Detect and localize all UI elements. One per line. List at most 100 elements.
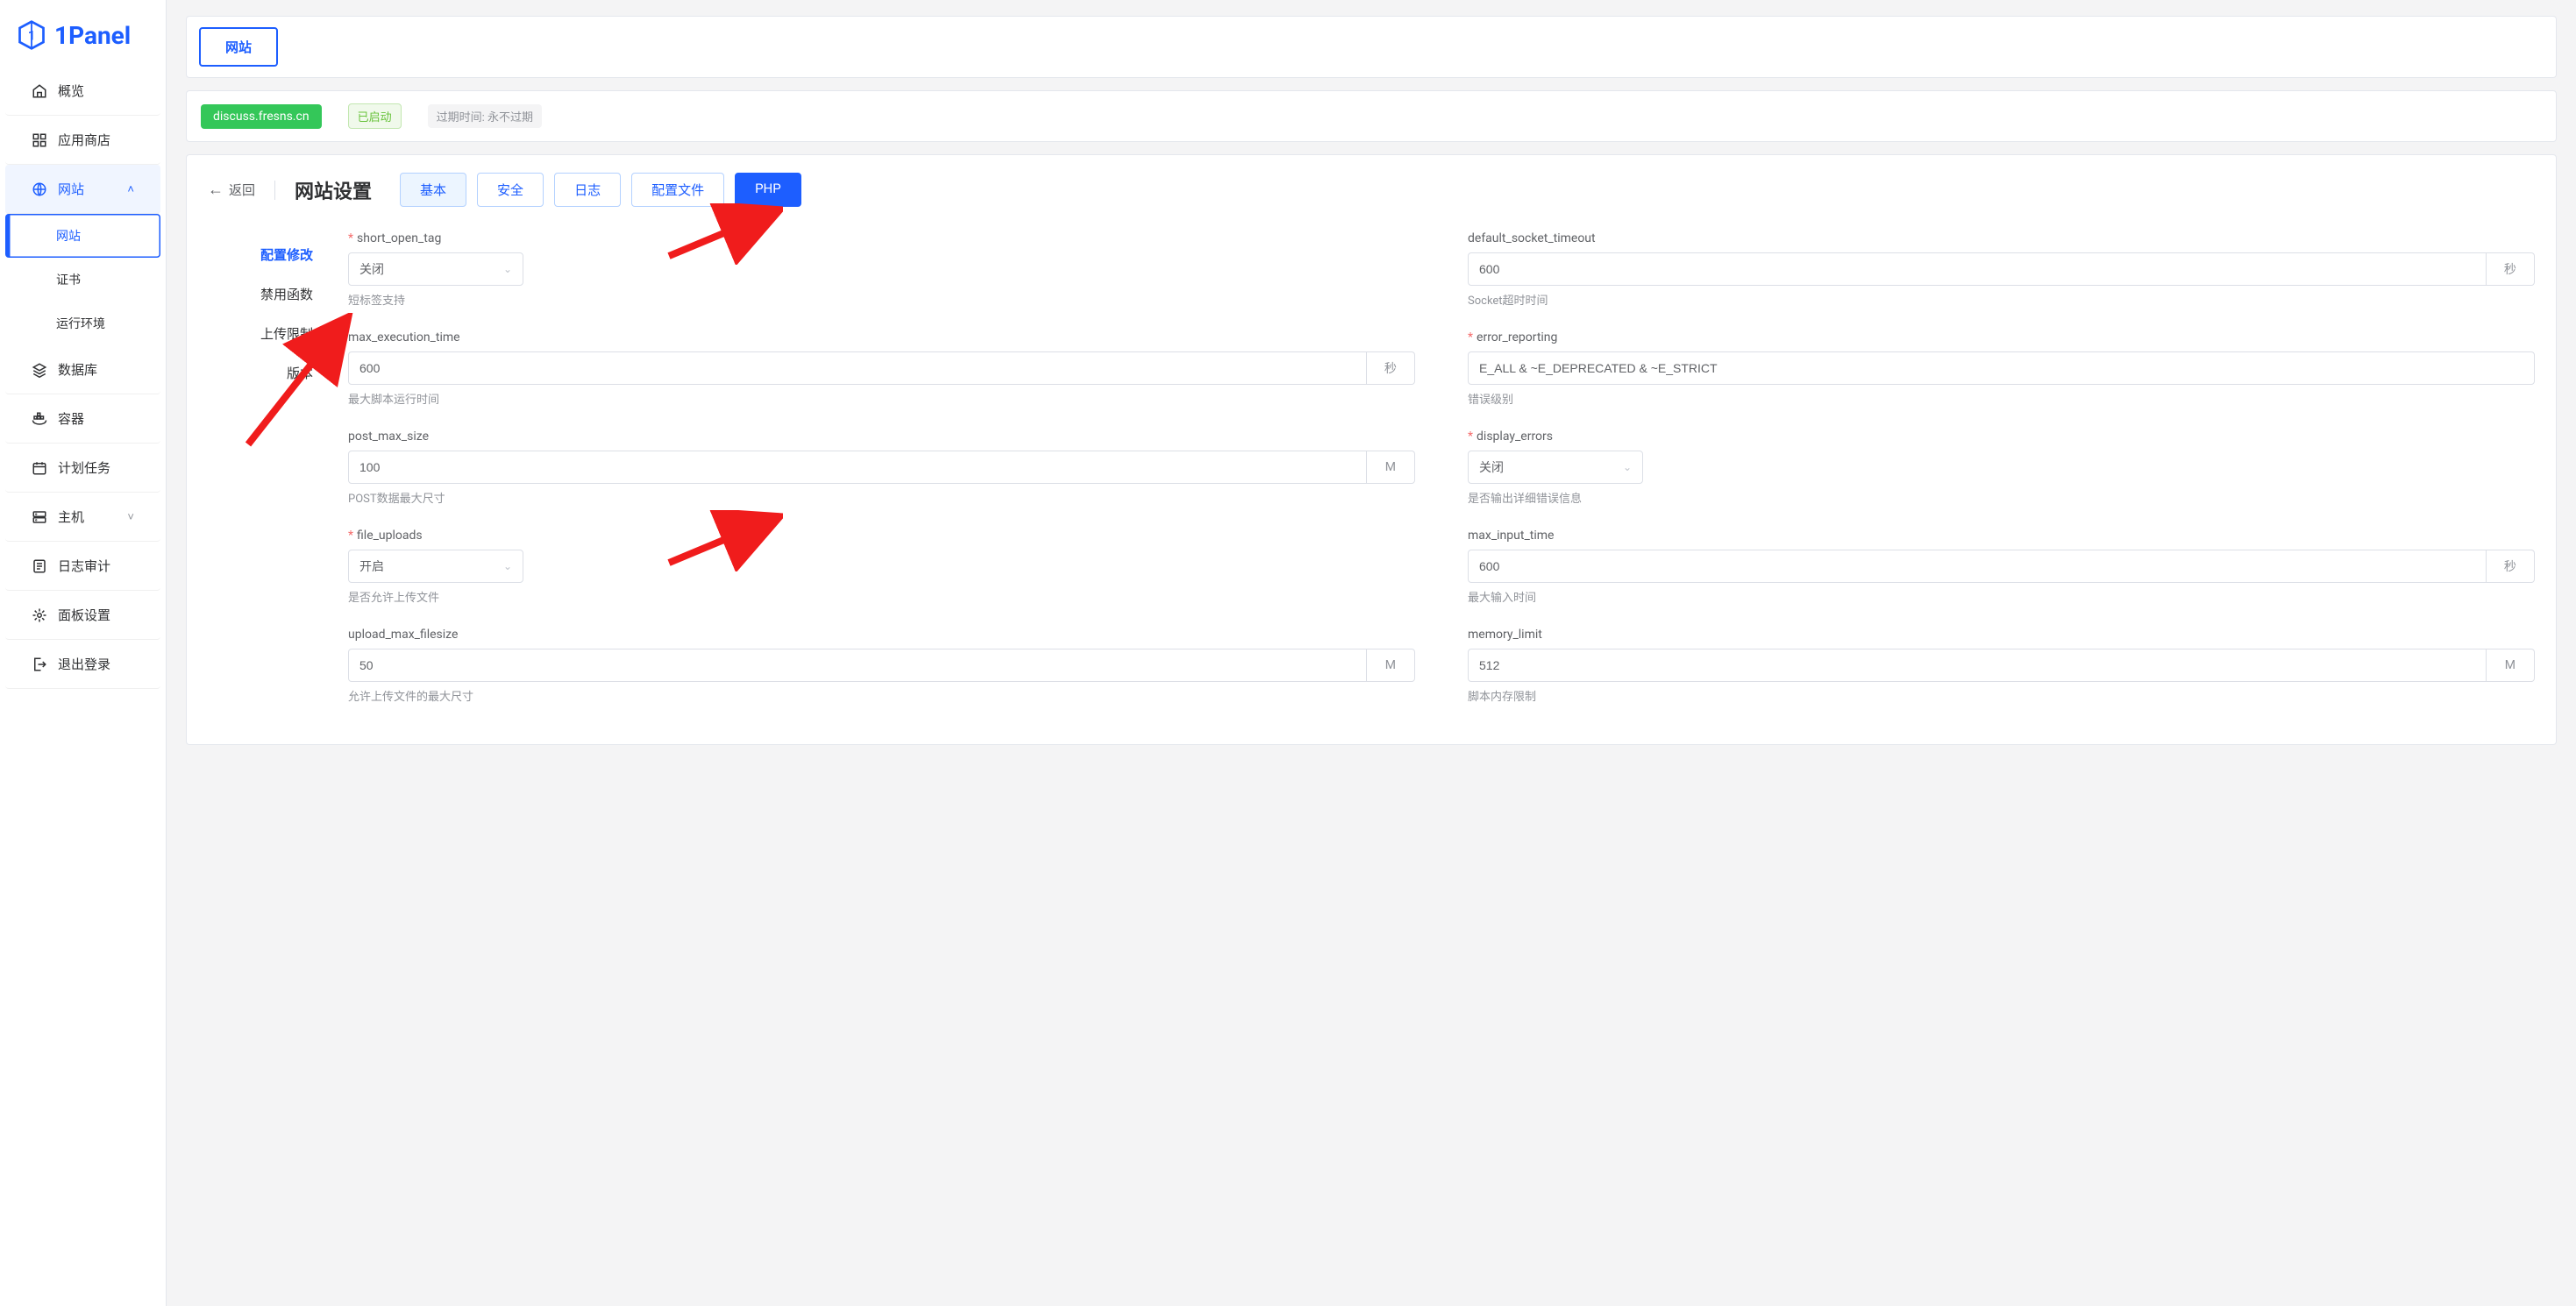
nav-appstore[interactable]: 应用商店 xyxy=(5,116,160,165)
site-expire-badge: 过期时间: 永不过期 xyxy=(428,104,542,128)
nav-website[interactable]: 网站 ˄ xyxy=(5,165,160,214)
field-max-input-time: max_input_time 秒 最大输入时间 xyxy=(1468,529,2535,605)
memory-limit-input[interactable] xyxy=(1468,649,2487,682)
field-hint: 是否输出详细错误信息 xyxy=(1468,489,2535,506)
menu-disable-functions[interactable]: 禁用函数 xyxy=(208,274,313,314)
back-label: 返回 xyxy=(229,181,255,199)
form-col-right: default_socket_timeout 秒 Socket超时时间 *err… xyxy=(1468,231,2535,727)
chevron-down-icon: ⌄ xyxy=(1623,461,1632,473)
unit-suffix: M xyxy=(1367,649,1415,682)
menu-config-edit[interactable]: 配置修改 xyxy=(208,235,313,274)
field-max-execution-time: max_execution_time 秒 最大脚本运行时间 xyxy=(348,330,1415,407)
settings-tabs: 基本 安全 日志 配置文件 PHP xyxy=(400,173,801,207)
nav-label: 证书 xyxy=(56,271,81,288)
tab-php[interactable]: PHP xyxy=(735,173,801,207)
settings-card: ← 返回 网站设置 基本 安全 日志 配置文件 PHP 配置修改 禁用函数 上传… xyxy=(186,154,2557,745)
logo-icon: 1 xyxy=(16,19,47,51)
field-hint: 最大输入时间 xyxy=(1468,588,2535,605)
nav-logaudit[interactable]: 日志审计 xyxy=(5,542,160,591)
nav-list: 概览 应用商店 网站 ˄ 网站 证书 运行环境 数据库 容器 xyxy=(0,67,166,689)
field-hint: 是否允许上传文件 xyxy=(348,588,1415,605)
nav-overview[interactable]: 概览 xyxy=(5,67,160,116)
nav-label: 面板设置 xyxy=(58,606,110,624)
nav-cron[interactable]: 计划任务 xyxy=(5,444,160,493)
tab-log[interactable]: 日志 xyxy=(554,173,621,207)
nav-label: 概览 xyxy=(58,82,84,100)
nav-cert-sub[interactable]: 证书 xyxy=(5,258,160,302)
file-uploads-select[interactable]: 开启⌄ xyxy=(348,550,523,583)
chevron-down-icon: ⌄ xyxy=(503,560,512,572)
top-tabs: 网站 xyxy=(186,16,2557,78)
default-socket-timeout-input[interactable] xyxy=(1468,252,2487,286)
tab-basic[interactable]: 基本 xyxy=(400,173,466,207)
sidebar: 1 1Panel 概览 应用商店 网站 ˄ 网站 证书 运行环境 数据库 xyxy=(0,0,167,1306)
field-label: default_socket_timeout xyxy=(1468,231,2535,245)
field-error-reporting: *error_reporting 错误级别 xyxy=(1468,330,2535,407)
nav-label: 主机 xyxy=(58,507,84,526)
nav-label: 网站 xyxy=(58,180,84,198)
menu-version[interactable]: 版本 xyxy=(208,353,313,393)
upload-max-filesize-input[interactable] xyxy=(348,649,1367,682)
unit-suffix: 秒 xyxy=(2487,252,2535,286)
nav-runtime-sub[interactable]: 运行环境 xyxy=(5,302,160,345)
field-hint: 允许上传文件的最大尺寸 xyxy=(348,687,1415,704)
divider xyxy=(274,181,275,200)
tab-config[interactable]: 配置文件 xyxy=(631,173,724,207)
chevron-up-icon: ˄ xyxy=(127,182,134,196)
field-short-open-tag: *short_open_tag 关闭⌄ 短标签支持 xyxy=(348,231,1415,308)
unit-suffix: M xyxy=(2487,649,2535,682)
nav-label: 应用商店 xyxy=(58,131,110,149)
nav-database[interactable]: 数据库 xyxy=(5,345,160,394)
field-label: memory_limit xyxy=(1468,628,2535,642)
unit-suffix: 秒 xyxy=(1367,351,1415,385)
nav-host[interactable]: 主机 ˅ xyxy=(5,493,160,542)
logout-icon xyxy=(32,657,47,672)
top-tab-website[interactable]: 网站 xyxy=(199,27,278,67)
field-file-uploads: *file_uploads 开启⌄ 是否允许上传文件 xyxy=(348,529,1415,605)
field-hint: 最大脚本运行时间 xyxy=(348,390,1415,407)
arrow-left-icon: ← xyxy=(208,182,224,198)
container-icon xyxy=(32,411,47,427)
field-hint: 短标签支持 xyxy=(348,291,1415,308)
server-icon xyxy=(32,509,47,525)
field-hint: 错误级别 xyxy=(1468,390,2535,407)
logo-text: 1Panel xyxy=(54,21,131,50)
field-default-socket-timeout: default_socket_timeout 秒 Socket超时时间 xyxy=(1468,231,2535,308)
field-post-max-size: post_max_size M POST数据最大尺寸 xyxy=(348,429,1415,506)
nav-label: 网站 xyxy=(56,227,81,245)
field-hint: 脚本内存限制 xyxy=(1468,687,2535,704)
field-label: upload_max_filesize xyxy=(348,628,1415,642)
nav-label: 容器 xyxy=(58,409,84,428)
field-label: *error_reporting xyxy=(1468,330,2535,344)
chevron-down-icon: ⌄ xyxy=(503,263,512,275)
nav-panel-settings[interactable]: 面板设置 xyxy=(5,591,160,640)
nav-website-sub[interactable]: 网站 xyxy=(5,214,160,258)
nav-logout[interactable]: 退出登录 xyxy=(5,640,160,689)
svg-text:1: 1 xyxy=(28,28,35,43)
back-button[interactable]: ← 返回 xyxy=(208,181,255,199)
post-max-size-input[interactable] xyxy=(348,451,1367,484)
field-label: max_input_time xyxy=(1468,529,2535,543)
main-content: 网站 discuss.fresns.cn 已启动 过期时间: 永不过期 ← 返回… xyxy=(167,0,2576,1306)
globe-icon xyxy=(32,181,47,197)
short-open-tag-select[interactable]: 关闭⌄ xyxy=(348,252,523,286)
menu-upload-limit[interactable]: 上传限制 xyxy=(208,314,313,353)
field-label: *file_uploads xyxy=(348,529,1415,543)
max-input-time-input[interactable] xyxy=(1468,550,2487,583)
nav-label: 运行环境 xyxy=(56,315,105,332)
nav-label: 退出登录 xyxy=(58,655,110,673)
apps-icon xyxy=(32,132,47,148)
tab-security[interactable]: 安全 xyxy=(477,173,544,207)
error-reporting-input[interactable] xyxy=(1468,351,2535,385)
display-errors-select[interactable]: 关闭⌄ xyxy=(1468,451,1643,484)
field-label: *short_open_tag xyxy=(348,231,1415,245)
field-upload-max-filesize: upload_max_filesize M 允许上传文件的最大尺寸 xyxy=(348,628,1415,704)
max-execution-time-input[interactable] xyxy=(348,351,1367,385)
log-icon xyxy=(32,558,47,574)
nav-label: 计划任务 xyxy=(58,458,110,477)
nav-label: 日志审计 xyxy=(58,557,110,575)
gear-icon xyxy=(32,607,47,623)
chevron-down-icon: ˅ xyxy=(127,510,134,524)
form-col-left: *short_open_tag 关闭⌄ 短标签支持 max_execution_… xyxy=(348,231,1415,727)
nav-container[interactable]: 容器 xyxy=(5,394,160,444)
